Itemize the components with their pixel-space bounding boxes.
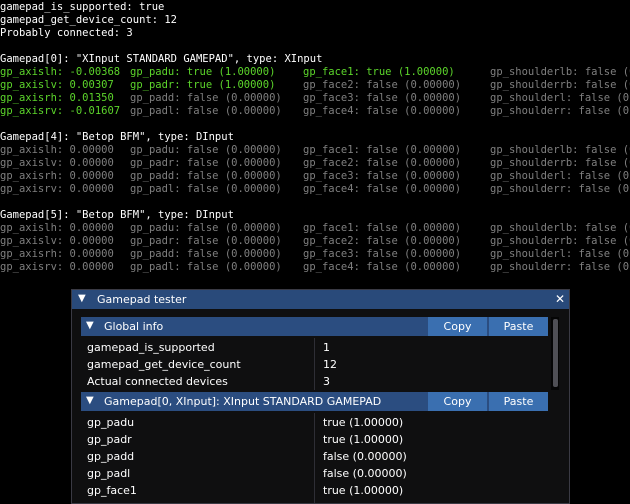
console-gamepad-value: gp_padd: false (0.00000) (130, 170, 282, 182)
console-gamepad-value: gp_face4: false (0.00000) (303, 261, 462, 273)
gamepad-row: gp_padd false (0.00000) (87, 448, 548, 465)
console-gamepad-value: gp_shoulderl: false (0.0 (490, 170, 630, 182)
gamepad-row: gp_padu true (1.00000) (87, 414, 548, 431)
console-gamepad-value: gp_axislh: 0.00000 (0, 222, 114, 234)
gamepad-key: gp_padd (87, 450, 135, 463)
console-gamepad-value: gp_padu: false (0.00000) (130, 222, 282, 234)
console-gamepad-value: gp_axislv: 0.00000 (0, 235, 114, 247)
console-gamepad-value: gp_padd: false (0.00000) (130, 92, 282, 104)
console-summary-connected: Probably connected: 3 (0, 27, 133, 39)
gamepad-value: true (1.00000) (323, 433, 404, 446)
console-gamepad-value: gp_face2: false (0.00000) (303, 235, 462, 247)
window-title-bar[interactable]: ▼ Gamepad tester ✕ (72, 290, 569, 309)
global-info-header[interactable]: ▼ Global info Copy Paste (81, 317, 548, 336)
global-value: 3 (323, 375, 330, 388)
console-gamepad-value: gp_axislv: 0.00307 (0, 79, 114, 91)
global-key: gamepad_get_device_count (87, 358, 241, 371)
close-icon[interactable]: ✕ (555, 292, 565, 306)
gamepad-value: false (0.00000) (323, 467, 407, 480)
console-gamepad-value: gp_shoulderr: false (0.0 (490, 261, 630, 273)
global-copy-button[interactable]: Copy (428, 317, 487, 336)
gamepad-paste-button[interactable]: Paste (489, 392, 548, 411)
console-gamepad-value: gp_padu: true (1.00000) (130, 66, 276, 78)
triangle-down-icon[interactable]: ▼ (86, 320, 94, 331)
gamepad-tester-window[interactable]: ▼ Gamepad tester ✕ ▼ Global info Copy Pa… (71, 289, 570, 504)
gamepad-row: gp_face1 true (1.00000) (87, 482, 548, 499)
console-gamepad-value: gp_face2: false (0.00000) (303, 157, 462, 169)
console-gamepad-header: Gamepad[0]: "XInput STANDARD GAMEPAD", t… (0, 53, 323, 65)
gamepad-section-label: Gamepad[0, XInput]: XInput STANDARD GAME… (104, 395, 382, 408)
console-gamepad-value: gp_shoulderr: false (0.0 (490, 183, 630, 195)
console-summary-supported: gamepad_is_supported: true (0, 1, 165, 13)
global-value: 1 (323, 341, 330, 354)
console-gamepad-value: gp_shoulderlb: false (0.0 (490, 144, 630, 156)
console-gamepad-value: gp_shoulderr: false (0.0 (490, 105, 630, 117)
console-gamepad-value: gp_axislh: -0.00368 (0, 66, 121, 78)
gamepad-key: gp_padl (87, 467, 131, 480)
console-gamepad-value: gp_axisrv: 0.00000 (0, 261, 114, 273)
console-gamepad-value: gp_shoulderrb: false (0.0 (490, 157, 630, 169)
console-gamepad-value: gp_axisrh: 0.00000 (0, 248, 114, 260)
global-key: gamepad_is_supported (87, 341, 215, 354)
console-gamepad-value: gp_face1: false (0.00000) (303, 144, 462, 156)
gamepad-section-header[interactable]: ▼ Gamepad[0, XInput]: XInput STANDARD GA… (81, 392, 548, 411)
console-gamepad-value: gp_shoulderl: false (0.0 (490, 92, 630, 104)
console-gamepad-value: gp_shoulderrb: false (0.0 (490, 235, 630, 247)
gamepad-key: gp_padu (87, 416, 135, 429)
global-value: 12 (323, 358, 337, 371)
gamepad-value: true (1.00000) (323, 484, 404, 497)
console-gamepad-value: gp_padr: false (0.00000) (130, 157, 282, 169)
console-gamepad-value: gp_axislv: 0.00000 (0, 157, 114, 169)
global-row: Actual connected devices 3 (87, 373, 548, 390)
console-gamepad-value: gp_shoulderrb: false (0.0 (490, 79, 630, 91)
global-row: gamepad_is_supported 1 (87, 339, 548, 356)
global-row: gamepad_get_device_count 12 (87, 356, 548, 373)
console-gamepad-value: gp_axisrv: 0.00000 (0, 183, 114, 195)
console-gamepad-header: Gamepad[4]: "Betop BFM", type: DInput (0, 131, 234, 143)
global-paste-button[interactable]: Paste (489, 317, 548, 336)
console-gamepad-value: gp_padd: false (0.00000) (130, 248, 282, 260)
gamepad-value: true (1.00000) (323, 416, 404, 429)
console-gamepad-value: gp_face1: false (0.00000) (303, 222, 462, 234)
console-gamepad-value: gp_axislh: 0.00000 (0, 144, 114, 156)
gamepad-row: gp_padr true (1.00000) (87, 431, 548, 448)
console-gamepad-value: gp_shoulderlb: false (0.0 (490, 66, 630, 78)
console-gamepad-value: gp_face4: false (0.00000) (303, 183, 462, 195)
console-gamepad-value: gp_axisrh: 0.00000 (0, 170, 114, 182)
console-gamepad-value: gp_face3: false (0.00000) (303, 170, 462, 182)
window-title: Gamepad tester (97, 293, 187, 306)
console-summary-device-count: gamepad_get_device_count: 12 (0, 14, 178, 26)
console-gamepad-value: gp_axisrv: -0.01607 (0, 105, 121, 117)
console-gamepad-value: gp_padl: false (0.00000) (130, 105, 282, 117)
console-gamepad-value: gp_padl: false (0.00000) (130, 183, 282, 195)
console-gamepad-value: gp_shoulderlb: false (0.0 (490, 222, 630, 234)
console-gamepad-value: gp_padr: true (1.00000) (130, 79, 276, 91)
gamepad-key: gp_face1 (87, 484, 137, 497)
console-gamepad-value: gp_face1: true (1.00000) (303, 66, 455, 78)
console-gamepad-value: gp_face4: false (0.00000) (303, 105, 462, 117)
gamepad-key: gp_padr (87, 433, 132, 446)
console-gamepad-value: gp_padl: false (0.00000) (130, 261, 282, 273)
global-info-label: Global info (104, 320, 164, 333)
console-gamepad-value: gp_axisrh: 0.01350 (0, 92, 114, 104)
gamepad-copy-button[interactable]: Copy (428, 392, 487, 411)
triangle-down-icon[interactable]: ▼ (86, 395, 94, 406)
console-gamepad-value: gp_face3: false (0.00000) (303, 92, 462, 104)
gamepad-value: false (0.00000) (323, 450, 407, 463)
console-gamepad-value: gp_face2: false (0.00000) (303, 79, 462, 91)
console-gamepad-value: gp_shoulderl: false (0.0 (490, 248, 630, 260)
collapse-window-icon[interactable]: ▼ (78, 293, 86, 304)
console-gamepad-header: Gamepad[5]: "Betop BFM", type: DInput (0, 209, 234, 221)
global-key: Actual connected devices (87, 375, 228, 388)
gamepad-row: gp_padl false (0.00000) (87, 465, 548, 482)
console-gamepad-value: gp_padu: false (0.00000) (130, 144, 282, 156)
scrollbar-thumb[interactable] (553, 319, 558, 387)
console-gamepad-value: gp_padr: false (0.00000) (130, 235, 282, 247)
console-gamepad-value: gp_face3: false (0.00000) (303, 248, 462, 260)
